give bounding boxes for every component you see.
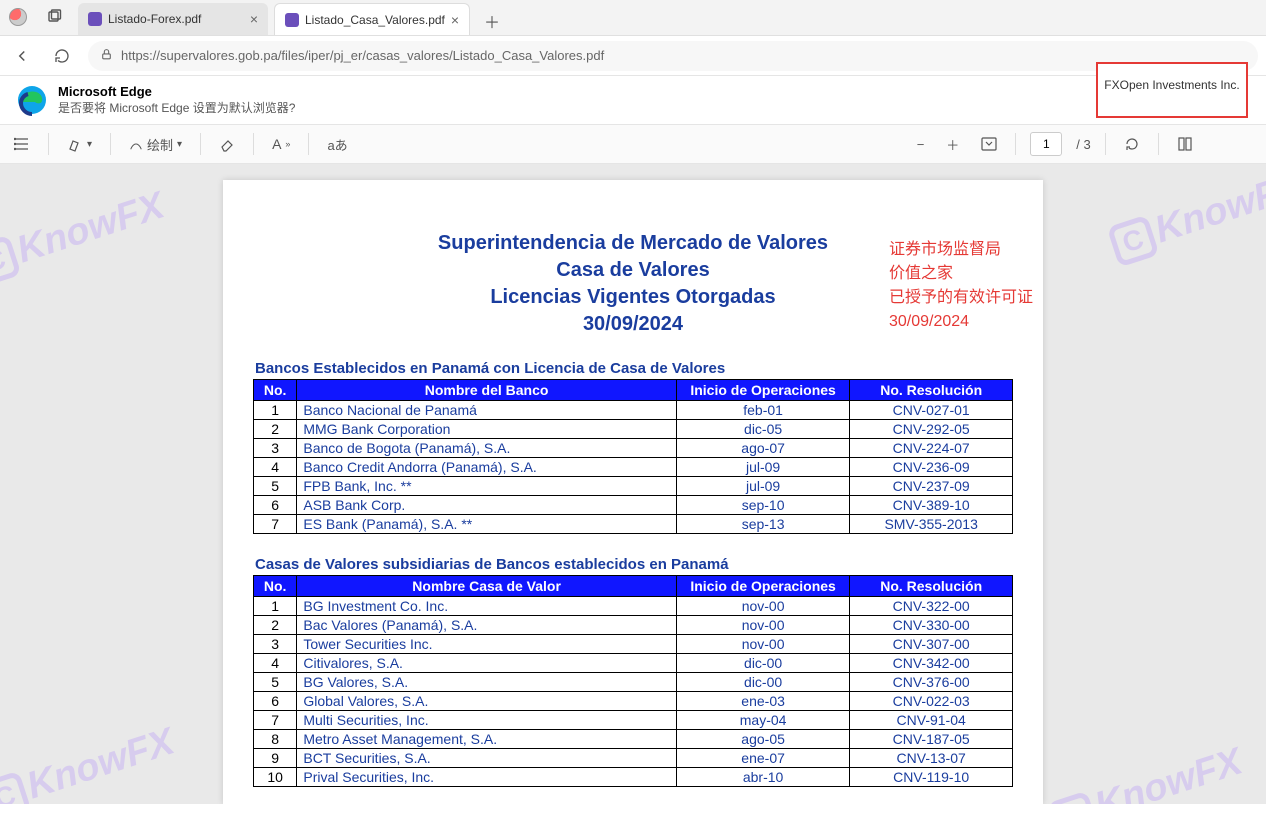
pdf-toolbar: ▾ 绘制▾ A» aあ − ＋ / 3 [0,124,1266,164]
pdf-favicon-icon [88,12,102,26]
table-row: 1Banco Nacional de Panamáfeb-01CNV-027-0… [254,401,1013,420]
draw-tool[interactable]: 绘制▾ [125,131,186,158]
tab-label: Listado_Casa_Valores.pdf [305,13,445,27]
table-row: 2MMG Bank Corporationdic-05CNV-292-05 [254,420,1013,439]
text-size-tool[interactable]: A» [268,132,294,156]
section-header-casas: Casas de Valores subsidiarias de Bancos … [255,556,1013,573]
prompt-subtitle: 是否要将 Microsoft Edge 设置为默认浏览器? [58,99,295,116]
close-tab-icon[interactable]: × [451,12,459,28]
pdf-viewer[interactable]: CKnowFX CKnowFX CKnowFX CKnowFX CKnowFX … [0,164,1266,804]
erase-tool[interactable] [215,132,239,156]
refresh-button[interactable] [48,42,76,70]
pdf-page: Superintendencia de Mercado de Valores C… [223,180,1043,804]
table-row: 10Prival Securities, Inc.abr-10CNV-119-1… [254,768,1013,787]
tab-listado-forex[interactable]: Listado-Forex.pdf × [78,3,268,35]
tab-label: Listado-Forex.pdf [108,12,201,26]
edge-logo-icon [16,84,48,116]
table-row: 4Banco Credit Andorra (Panamá), S.A.jul-… [254,458,1013,477]
close-tab-icon[interactable]: × [250,11,258,27]
zoom-out-button[interactable]: − [913,133,929,156]
table-row: 3Banco de Bogota (Panamá), S.A.ago-07CNV… [254,439,1013,458]
table-row: 3Tower Securities Inc.nov-00CNV-307-00 [254,635,1013,654]
fit-page-button[interactable] [977,133,1001,155]
tab-listado-casa-valores[interactable]: Listado_Casa_Valores.pdf × [274,3,470,35]
table-row: 9BCT Securities, S.A.ene-07CNV-13-07 [254,749,1013,768]
profile-icon[interactable] [0,0,36,35]
table-row: 8Metro Asset Management, S.A.ago-05CNV-1… [254,730,1013,749]
page-view-button[interactable] [1173,132,1197,156]
table-bancos: No.Nombre del BancoInicio de Operaciones… [253,379,1013,534]
browser-titlebar: Listado-Forex.pdf × Listado_Casa_Valores… [0,0,1266,36]
page-total: / 3 [1076,137,1090,152]
tab-overview-icon[interactable] [36,0,72,35]
highlight-tool[interactable]: ▾ [63,132,96,156]
pdf-favicon-icon [285,13,299,27]
address-bar[interactable]: https://supervalores.gob.pa/files/iper/p… [88,41,1258,71]
table-casas: No.Nombre Casa de ValorInicio de Operaci… [253,575,1013,787]
table-row: 7ES Bank (Panamá), S.A. **sep-13SMV-355-… [254,515,1013,534]
browser-navbar: https://supervalores.gob.pa/files/iper/p… [0,36,1266,76]
translation-annotation: 证券市场监督局 价值之家 已授予的有效许可证 30/09/2024 [889,238,1033,334]
table-row: 6Global Valores, S.A.ene-03CNV-022-03 [254,692,1013,711]
highlight-annotation: FXOpen Investments Inc. [1096,62,1248,118]
lock-icon [100,48,113,64]
section-header-bancos: Bancos Establecidos en Panamá con Licenc… [255,360,1013,377]
table-row: 5BG Valores, S.A.dic-00CNV-376-00 [254,673,1013,692]
page-number-input[interactable] [1030,132,1062,156]
table-row: 1BG Investment Co. Inc.nov-00CNV-322-00 [254,597,1013,616]
prompt-title: Microsoft Edge [58,84,295,99]
zoom-in-button[interactable]: ＋ [942,131,963,158]
url-text: https://supervalores.gob.pa/files/iper/p… [121,48,604,63]
translate-tool[interactable]: aあ [323,131,351,158]
table-row: 4Citivalores, S.A.dic-00CNV-342-00 [254,654,1013,673]
new-tab-button[interactable]: ＋ [478,7,506,35]
rotate-button[interactable] [1120,132,1144,156]
table-row: 2Bac Valores (Panamá), S.A.nov-00CNV-330… [254,616,1013,635]
back-button[interactable] [8,42,36,70]
table-row: 7Multi Securities, Inc.may-04CNV-91-04 [254,711,1013,730]
contents-icon[interactable] [10,132,34,156]
default-browser-prompt: Microsoft Edge 是否要将 Microsoft Edge 设置为默认… [0,76,1266,124]
highlight-text: FXOpen Investments Inc. [1104,78,1239,92]
table-row: 6ASB Bank Corp.sep-10CNV-389-10 [254,496,1013,515]
table-row: 5FPB Bank, Inc. **jul-09CNV-237-09 [254,477,1013,496]
